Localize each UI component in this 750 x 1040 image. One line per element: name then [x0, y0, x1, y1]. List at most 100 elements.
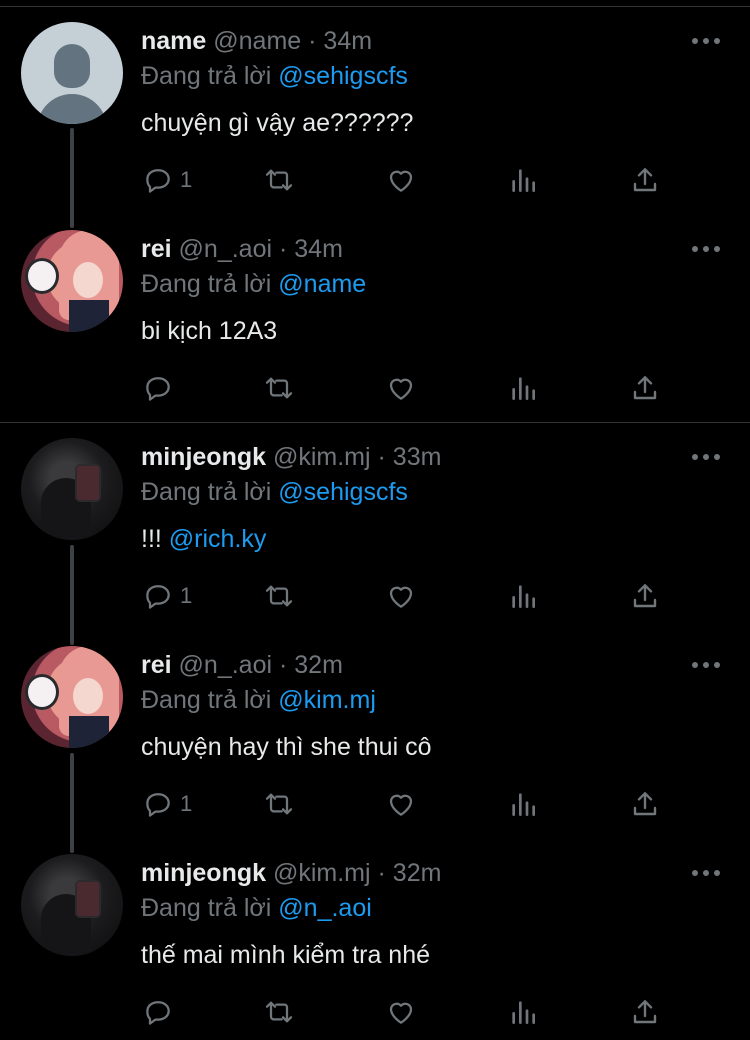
timestamp[interactable]: 34m — [323, 27, 372, 55]
share-button[interactable] — [629, 160, 661, 200]
reply-icon — [146, 1001, 170, 1025]
retweet-icon — [265, 169, 293, 191]
more-icon[interactable] — [692, 662, 724, 670]
analytics-button[interactable] — [507, 576, 539, 616]
replying-to-label: Đang trả lời — [141, 686, 272, 714]
more-icon[interactable] — [692, 870, 724, 878]
share-button[interactable] — [629, 784, 661, 824]
user-handle[interactable]: @name — [213, 27, 301, 55]
display-name[interactable]: minjeongk — [141, 859, 266, 887]
tweet-actions — [142, 992, 702, 1032]
retweet-icon — [265, 1001, 293, 1023]
tweet-text: chuyện gì vậy ae?????? — [141, 107, 413, 139]
retweet-button[interactable] — [263, 576, 295, 616]
replying-to-label: Đang trả lời — [141, 478, 272, 506]
analytics-icon — [512, 793, 535, 816]
tweet-text-content: thế mai mình kiểm tra nhé — [141, 941, 431, 969]
replying-to-label: Đang trả lời — [141, 894, 272, 922]
tweet-text: bi kịch 12A3 — [141, 315, 277, 347]
reply-mention-link[interactable]: @kim.mj — [278, 686, 376, 714]
tweet-text: !!! @rich.ky — [141, 523, 266, 555]
timestamp[interactable]: 32m — [294, 651, 343, 679]
display-name[interactable]: rei — [141, 651, 172, 679]
tweet-actions — [142, 368, 702, 408]
reply-mention-link[interactable]: @n_.aoi — [278, 894, 372, 922]
tweet[interactable]: rei @n_.aoi · 34m Đang trả lời @name bi … — [0, 208, 750, 416]
tweet-header: minjeongk @kim.mj · 33m — [141, 442, 441, 472]
share-button[interactable] — [629, 368, 661, 408]
like-icon — [389, 170, 413, 192]
timestamp[interactable]: 32m — [393, 859, 442, 887]
like-button[interactable] — [385, 992, 417, 1032]
more-icon[interactable] — [692, 454, 724, 462]
reply-button[interactable] — [142, 368, 180, 408]
analytics-icon — [512, 377, 535, 400]
like-button[interactable] — [385, 160, 417, 200]
analytics-button[interactable] — [507, 992, 539, 1032]
user-handle[interactable]: @kim.mj — [273, 443, 371, 471]
user-handle[interactable]: @n_.aoi — [179, 651, 273, 679]
text-mention-link[interactable]: @rich.ky — [169, 525, 267, 553]
display-name[interactable]: rei — [141, 235, 172, 263]
tweet-text-content: bi kịch 12A3 — [141, 317, 278, 345]
replying-to: Đang trả lời @name — [141, 269, 366, 299]
retweet-button[interactable] — [263, 784, 295, 824]
reply-icon — [146, 585, 170, 609]
display-name[interactable]: minjeongk — [141, 443, 266, 471]
analytics-button[interactable] — [507, 368, 539, 408]
retweet-icon — [265, 585, 293, 607]
like-button[interactable] — [385, 784, 417, 824]
rei-avatar[interactable] — [21, 646, 123, 748]
tweet[interactable]: name @name · 34m Đang trả lời @sehigscfs… — [0, 0, 750, 208]
retweet-button[interactable] — [263, 368, 295, 408]
reply-mention-link[interactable]: @sehigscfs — [278, 478, 408, 506]
retweet-button[interactable] — [263, 992, 295, 1032]
reply-button[interactable]: 1 — [142, 160, 192, 200]
tweet-text: thế mai mình kiểm tra nhé — [141, 939, 430, 971]
analytics-icon — [512, 169, 535, 192]
rei-avatar[interactable] — [21, 230, 123, 332]
analytics-button[interactable] — [507, 160, 539, 200]
reply-button[interactable]: 1 — [142, 784, 192, 824]
tweet-text-content: !!! — [141, 525, 169, 553]
tweet-actions: 1 — [142, 160, 702, 200]
replying-to: Đang trả lời @n_.aoi — [141, 893, 372, 923]
tweet[interactable]: rei @n_.aoi · 32m Đang trả lời @kim.mj c… — [0, 624, 750, 832]
analytics-button[interactable] — [507, 784, 539, 824]
tweet[interactable]: minjeongk @kim.mj · 32m Đang trả lời @n_… — [0, 832, 750, 1040]
reply-icon — [146, 169, 170, 193]
more-icon[interactable] — [692, 246, 724, 254]
like-button[interactable] — [385, 576, 417, 616]
reply-button[interactable] — [142, 992, 180, 1032]
tweet-text-content: chuyện gì vậy ae?????? — [141, 109, 414, 137]
display-name[interactable]: name — [141, 27, 206, 55]
reply-mention-link[interactable]: @sehigscfs — [278, 62, 408, 90]
minjeongk-avatar[interactable] — [21, 854, 123, 956]
like-icon — [389, 1002, 413, 1024]
like-button[interactable] — [385, 368, 417, 408]
timestamp[interactable]: 33m — [393, 443, 442, 471]
reply-mention-link[interactable]: @name — [278, 270, 366, 298]
share-button[interactable] — [629, 576, 661, 616]
user-handle[interactable]: @n_.aoi — [179, 235, 273, 263]
retweet-button[interactable] — [263, 160, 295, 200]
user-handle[interactable]: @kim.mj — [273, 859, 371, 887]
tweet[interactable]: minjeongk @kim.mj · 33m Đang trả lời @se… — [0, 416, 750, 624]
more-icon[interactable] — [692, 38, 724, 46]
tweet-text-content: chuyện hay thì she thui cô — [141, 733, 432, 761]
default-avatar[interactable] — [21, 22, 123, 124]
minjeongk-avatar[interactable] — [21, 438, 123, 540]
share-icon — [633, 376, 657, 400]
share-button[interactable] — [629, 992, 661, 1032]
reply-icon — [146, 793, 170, 817]
share-icon — [633, 584, 657, 608]
tweet-actions: 1 — [142, 576, 702, 616]
tweet-header: name @name · 34m — [141, 26, 372, 56]
separator-dot: · — [377, 443, 386, 471]
reply-icon — [146, 377, 170, 401]
reply-count: 1 — [180, 167, 193, 192]
share-icon — [633, 168, 657, 192]
reply-button[interactable]: 1 — [142, 576, 192, 616]
tweet-actions: 1 — [142, 784, 702, 824]
timestamp[interactable]: 34m — [294, 235, 343, 263]
